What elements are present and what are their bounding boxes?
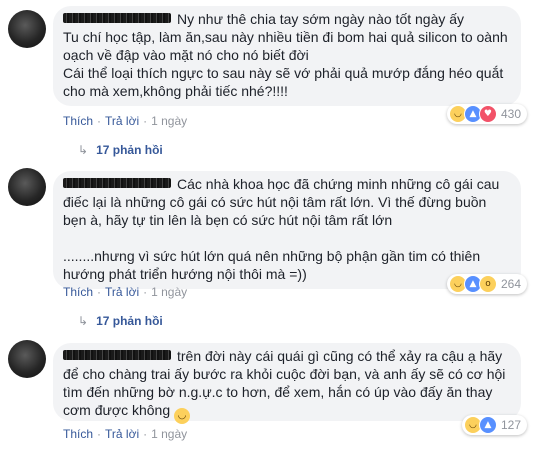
like-link[interactable]: Thích (63, 427, 93, 441)
author-name-redacted[interactable] (63, 13, 171, 23)
avatar[interactable] (8, 340, 46, 378)
view-replies-link[interactable]: ↳ 17 phản hồi (78, 314, 163, 328)
reaction-summary[interactable]: ◡ ▲ 127 (461, 415, 527, 435)
reaction-count: 264 (500, 277, 521, 291)
author-name-redacted[interactable] (63, 178, 171, 188)
like-link[interactable]: Thích (63, 114, 93, 128)
replies-count: 17 phản hồi (96, 314, 163, 328)
author-name-redacted[interactable] (63, 350, 171, 360)
view-replies-link[interactable]: ↳ 17 phản hồi (78, 143, 163, 157)
comment-actions: Thích · Trả lời · 1 ngày (63, 114, 188, 128)
smiley-emoji-icon: ◡ (174, 408, 190, 424)
comment-actions: Thích · Trả lời · 1 ngày (63, 427, 188, 441)
comment-actions: Thích · Trả lời · 1 ngày (63, 285, 188, 299)
comment-text: Các nhà khoa học đã chứng minh những cô … (63, 176, 500, 282)
reply-link[interactable]: Trả lời (105, 427, 139, 441)
timestamp[interactable]: 1 ngày (151, 427, 187, 441)
reaction-count: 127 (500, 418, 521, 432)
reply-arrow-icon: ↳ (78, 143, 89, 157)
replies-count: 17 phản hồi (96, 143, 163, 157)
like-reaction-icon: ▲ (478, 416, 497, 434)
reply-link[interactable]: Trả lời (105, 114, 139, 128)
comment-bubble: Ny như thê chia tay sớm ngày nào tốt ngà… (53, 6, 521, 106)
love-reaction-icon: ♥ (478, 105, 497, 123)
reaction-summary[interactable]: ◡ ▲ o 264 (446, 274, 527, 294)
wow-reaction-icon: o (478, 275, 497, 293)
comment-bubble: trên đời này cái quái gì cũng có thể xảy… (53, 343, 521, 424)
timestamp[interactable]: 1 ngày (151, 285, 187, 299)
reply-link[interactable]: Trả lời (105, 285, 139, 299)
comment-text: Ny như thê chia tay sớm ngày nào tốt ngà… (63, 11, 508, 99)
comment-bubble: Các nhà khoa học đã chứng minh những cô … (53, 171, 521, 289)
avatar[interactable] (8, 10, 46, 48)
reply-arrow-icon: ↳ (78, 314, 89, 328)
reaction-summary[interactable]: ◡ ▲ ♥ 430 (446, 104, 527, 124)
like-link[interactable]: Thích (63, 285, 93, 299)
avatar[interactable] (8, 168, 46, 206)
timestamp[interactable]: 1 ngày (151, 114, 187, 128)
reaction-count: 430 (500, 107, 521, 121)
